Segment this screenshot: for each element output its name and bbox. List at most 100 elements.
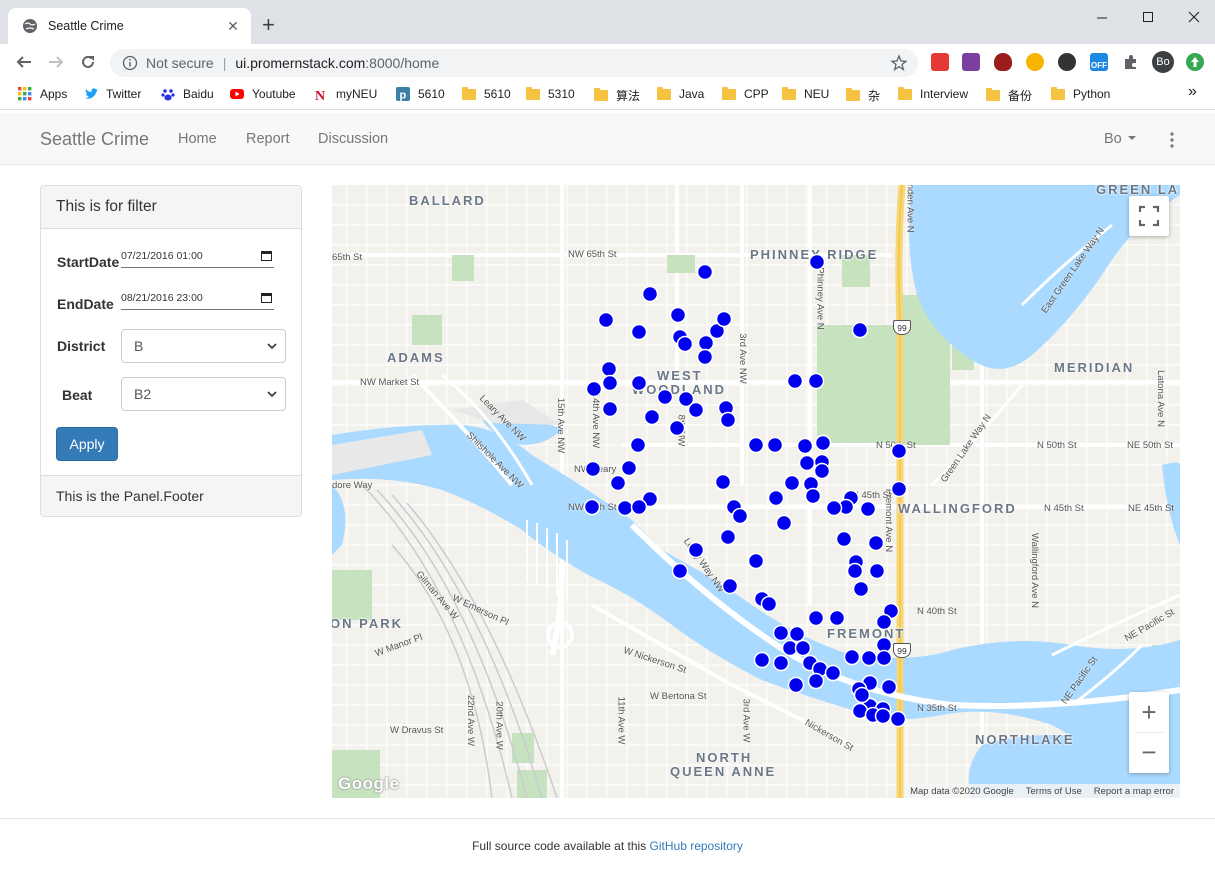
crime-marker[interactable]: [804, 487, 822, 505]
crime-marker[interactable]: [794, 639, 812, 657]
crime-marker[interactable]: [798, 454, 816, 472]
fullscreen-button[interactable]: [1129, 196, 1169, 236]
crime-marker[interactable]: [601, 374, 619, 392]
crime-marker[interactable]: [696, 348, 714, 366]
crime-marker[interactable]: [676, 335, 694, 353]
crime-marker[interactable]: [597, 311, 615, 329]
crime-marker[interactable]: [787, 676, 805, 694]
beat-select[interactable]: B2: [121, 377, 286, 411]
bookmark-5[interactable]: p 5610: [396, 87, 445, 101]
crime-marker[interactable]: [824, 664, 842, 682]
crime-marker[interactable]: [867, 534, 885, 552]
nav-report[interactable]: Report: [246, 131, 290, 147]
crime-marker[interactable]: [721, 577, 739, 595]
crime-marker[interactable]: [825, 499, 843, 517]
district-select[interactable]: B: [121, 329, 286, 363]
moon-extension-icon[interactable]: [1026, 53, 1044, 71]
crime-marker[interactable]: [696, 263, 714, 281]
crime-marker[interactable]: [629, 436, 647, 454]
crime-marker[interactable]: [766, 436, 784, 454]
google-logo[interactable]: Google: [338, 774, 400, 794]
dots-extension-icon[interactable]: [1058, 53, 1076, 71]
crime-marker[interactable]: [786, 372, 804, 390]
crime-map[interactable]: BALLARD PHINNEY RIDGE GREEN LA ADAMS WES…: [332, 185, 1180, 798]
bookmark-3[interactable]: Youtube: [230, 87, 296, 101]
crime-marker[interactable]: [807, 609, 825, 627]
crime-marker[interactable]: [616, 499, 634, 517]
bookmark-8[interactable]: 算法: [594, 87, 640, 104]
crime-marker[interactable]: [600, 360, 618, 378]
crime-marker[interactable]: [583, 498, 601, 516]
pdf-extension-icon[interactable]: [931, 53, 949, 71]
crime-marker[interactable]: [641, 285, 659, 303]
bookmark-15[interactable]: Python: [1051, 86, 1110, 101]
onenote-extension-icon[interactable]: [962, 53, 980, 71]
zoom-out-button[interactable]: −: [1129, 733, 1169, 773]
crime-marker[interactable]: [714, 473, 732, 491]
crime-marker[interactable]: [620, 459, 638, 477]
crime-marker[interactable]: [783, 474, 801, 492]
user-menu[interactable]: Bo: [1104, 131, 1136, 147]
crime-marker[interactable]: [807, 372, 825, 390]
crime-marker[interactable]: [828, 609, 846, 627]
crime-marker[interactable]: [643, 408, 661, 426]
crime-marker[interactable]: [767, 489, 785, 507]
minimize-icon[interactable]: [1079, 6, 1125, 28]
crime-marker[interactable]: [601, 400, 619, 418]
crime-marker[interactable]: [796, 437, 814, 455]
crime-marker[interactable]: [859, 500, 877, 518]
crime-marker[interactable]: [731, 507, 749, 525]
report-map-error-link[interactable]: Report a map error: [1088, 786, 1180, 797]
app-brand[interactable]: Seattle Crime: [40, 129, 149, 150]
crime-marker[interactable]: [609, 474, 627, 492]
crime-marker[interactable]: [630, 374, 648, 392]
crime-marker[interactable]: [860, 649, 878, 667]
crime-marker[interactable]: [775, 514, 793, 532]
crime-marker[interactable]: [807, 672, 825, 690]
crime-marker[interactable]: [630, 498, 648, 516]
puzzle-extensions-icon[interactable]: [1122, 53, 1140, 71]
update-icon[interactable]: [1186, 53, 1204, 71]
calendar-icon[interactable]: [261, 250, 272, 261]
more-vert-icon[interactable]: [1168, 131, 1176, 149]
crime-marker[interactable]: [875, 649, 893, 667]
back-icon[interactable]: [14, 52, 34, 72]
crime-marker[interactable]: [687, 541, 705, 559]
crime-marker[interactable]: [719, 411, 737, 429]
nav-discussion[interactable]: Discussion: [318, 131, 388, 147]
crime-marker[interactable]: [874, 707, 892, 725]
ublock-extension-icon[interactable]: [994, 53, 1012, 71]
bookmark-star-icon[interactable]: [890, 54, 908, 72]
bookmark-13[interactable]: Interview: [898, 86, 968, 101]
bookmark-10[interactable]: CPP: [722, 86, 769, 101]
crime-marker[interactable]: [875, 613, 893, 631]
bookmark-0[interactable]: Apps: [18, 87, 67, 101]
crime-marker[interactable]: [630, 323, 648, 341]
crime-marker[interactable]: [656, 388, 674, 406]
crime-marker[interactable]: [868, 562, 886, 580]
terms-of-use-link[interactable]: Terms of Use: [1020, 786, 1088, 797]
crime-marker[interactable]: [814, 434, 832, 452]
crime-marker[interactable]: [687, 401, 705, 419]
crime-marker[interactable]: [669, 306, 687, 324]
crime-marker[interactable]: [808, 253, 826, 271]
crime-marker[interactable]: [846, 562, 864, 580]
end-date-input[interactable]: 08/21/2016 23:00: [121, 288, 274, 310]
zoom-in-button[interactable]: +: [1129, 692, 1169, 732]
crime-marker[interactable]: [747, 436, 765, 454]
github-link[interactable]: GitHub repository: [650, 839, 743, 853]
crime-marker[interactable]: [853, 686, 871, 704]
bookmark-9[interactable]: Java: [657, 86, 704, 101]
off-extension-icon[interactable]: OFF: [1090, 53, 1108, 71]
crime-marker[interactable]: [760, 595, 778, 613]
address-bar[interactable]: Not secure | ui.promernstack.com:8000/ho…: [110, 49, 918, 77]
bookmark-2[interactable]: Baidu: [161, 87, 214, 101]
tab-close-icon[interactable]: ✕: [225, 18, 241, 35]
crime-marker[interactable]: [715, 310, 733, 328]
crime-marker[interactable]: [890, 442, 908, 460]
nav-home[interactable]: Home: [178, 131, 217, 147]
crime-marker[interactable]: [890, 480, 908, 498]
crime-marker[interactable]: [584, 460, 602, 478]
new-tab-button[interactable]: +: [262, 14, 275, 36]
apply-button[interactable]: Apply: [56, 427, 118, 461]
